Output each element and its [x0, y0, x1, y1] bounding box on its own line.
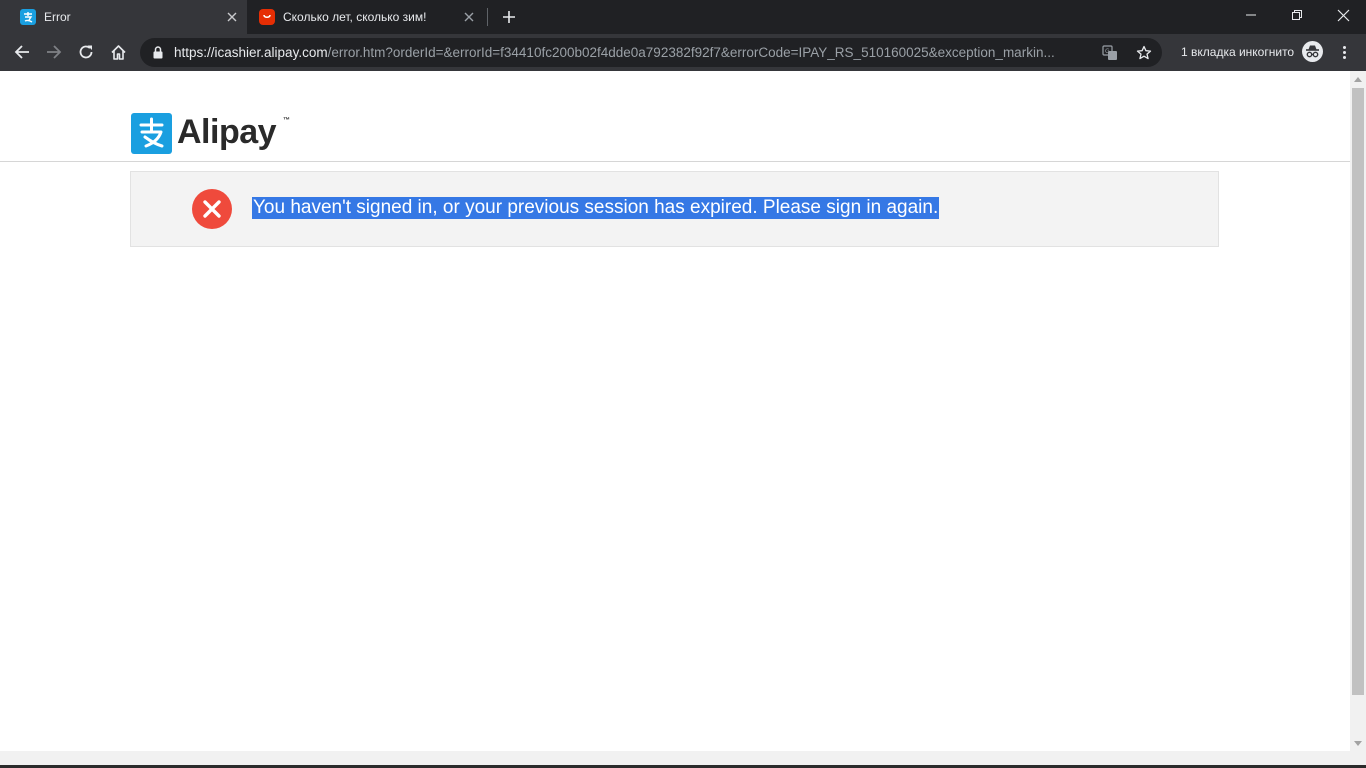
alipay-logo-text: Alipay — [177, 113, 277, 151]
url-text[interactable]: https://icashier.alipay.com/error.htm?or… — [174, 45, 1094, 60]
browser-toolbar: https://icashier.alipay.com/error.htm?or… — [0, 34, 1366, 71]
incognito-icon[interactable] — [1302, 41, 1323, 62]
translate-icon: G — [1102, 45, 1117, 60]
page-content: Alipay ™ You haven't signed in, or your … — [0, 71, 1350, 751]
vertical-scrollbar[interactable] — [1350, 71, 1366, 751]
plus-icon — [503, 11, 515, 23]
incognito-label[interactable]: 1 вкладка инкогнито — [1181, 45, 1294, 59]
home-button[interactable] — [105, 39, 131, 65]
home-icon — [110, 44, 126, 60]
close-tab-icon[interactable] — [460, 8, 478, 26]
svg-text:G: G — [1105, 48, 1110, 55]
tab-aliexpress[interactable]: Сколько лет, сколько зим! — [247, 0, 487, 34]
tab-title: Error — [44, 10, 71, 24]
error-message-text: You haven't signed in, or your previous … — [252, 197, 940, 219]
url-path: /error.htm?orderId=&errorId=f34410fc200b… — [327, 45, 1055, 60]
reload-button[interactable] — [73, 39, 99, 65]
scrollbar-thumb[interactable] — [1352, 88, 1364, 695]
minimize-button[interactable] — [1228, 0, 1274, 30]
lock-icon — [153, 46, 163, 59]
alipay-favicon-icon — [20, 9, 36, 25]
address-bar[interactable]: https://icashier.alipay.com/error.htm?or… — [140, 38, 1162, 67]
back-arrow-icon — [14, 45, 29, 59]
error-message-box: You haven't signed in, or your previous … — [130, 171, 1219, 247]
kebab-menu-icon[interactable] — [1334, 40, 1354, 64]
bookmark-button[interactable] — [1134, 43, 1154, 63]
translate-button[interactable]: G — [1100, 43, 1120, 63]
tab-error[interactable]: Error — [0, 0, 247, 34]
aliexpress-favicon-icon — [259, 9, 275, 25]
reload-icon — [79, 45, 93, 59]
forward-arrow-icon — [47, 45, 62, 59]
restore-icon — [1292, 10, 1302, 20]
close-tab-icon[interactable] — [223, 8, 241, 26]
forward-button[interactable] — [41, 39, 67, 65]
alipay-logo-icon — [131, 113, 172, 154]
url-host: https://icashier.alipay.com — [174, 45, 328, 60]
error-x-icon — [192, 189, 232, 229]
minimize-icon — [1246, 14, 1256, 16]
scroll-down-arrow-icon[interactable] — [1350, 735, 1366, 751]
scroll-up-arrow-icon[interactable] — [1350, 71, 1366, 87]
alipay-logo[interactable]: Alipay ™ — [131, 113, 301, 155]
tab-separator — [487, 8, 488, 26]
browser-titlebar: Error Сколько лет, сколько зим! — [0, 0, 1366, 34]
header-divider — [0, 161, 1350, 162]
new-tab-button[interactable] — [498, 6, 520, 28]
restore-button[interactable] — [1274, 0, 1320, 30]
star-icon — [1136, 45, 1152, 60]
close-icon — [1337, 9, 1349, 21]
back-button[interactable] — [9, 39, 35, 65]
trademark-symbol: ™ — [283, 117, 290, 124]
close-window-button[interactable] — [1320, 0, 1366, 30]
tab-title: Сколько лет, сколько зим! — [283, 10, 427, 24]
